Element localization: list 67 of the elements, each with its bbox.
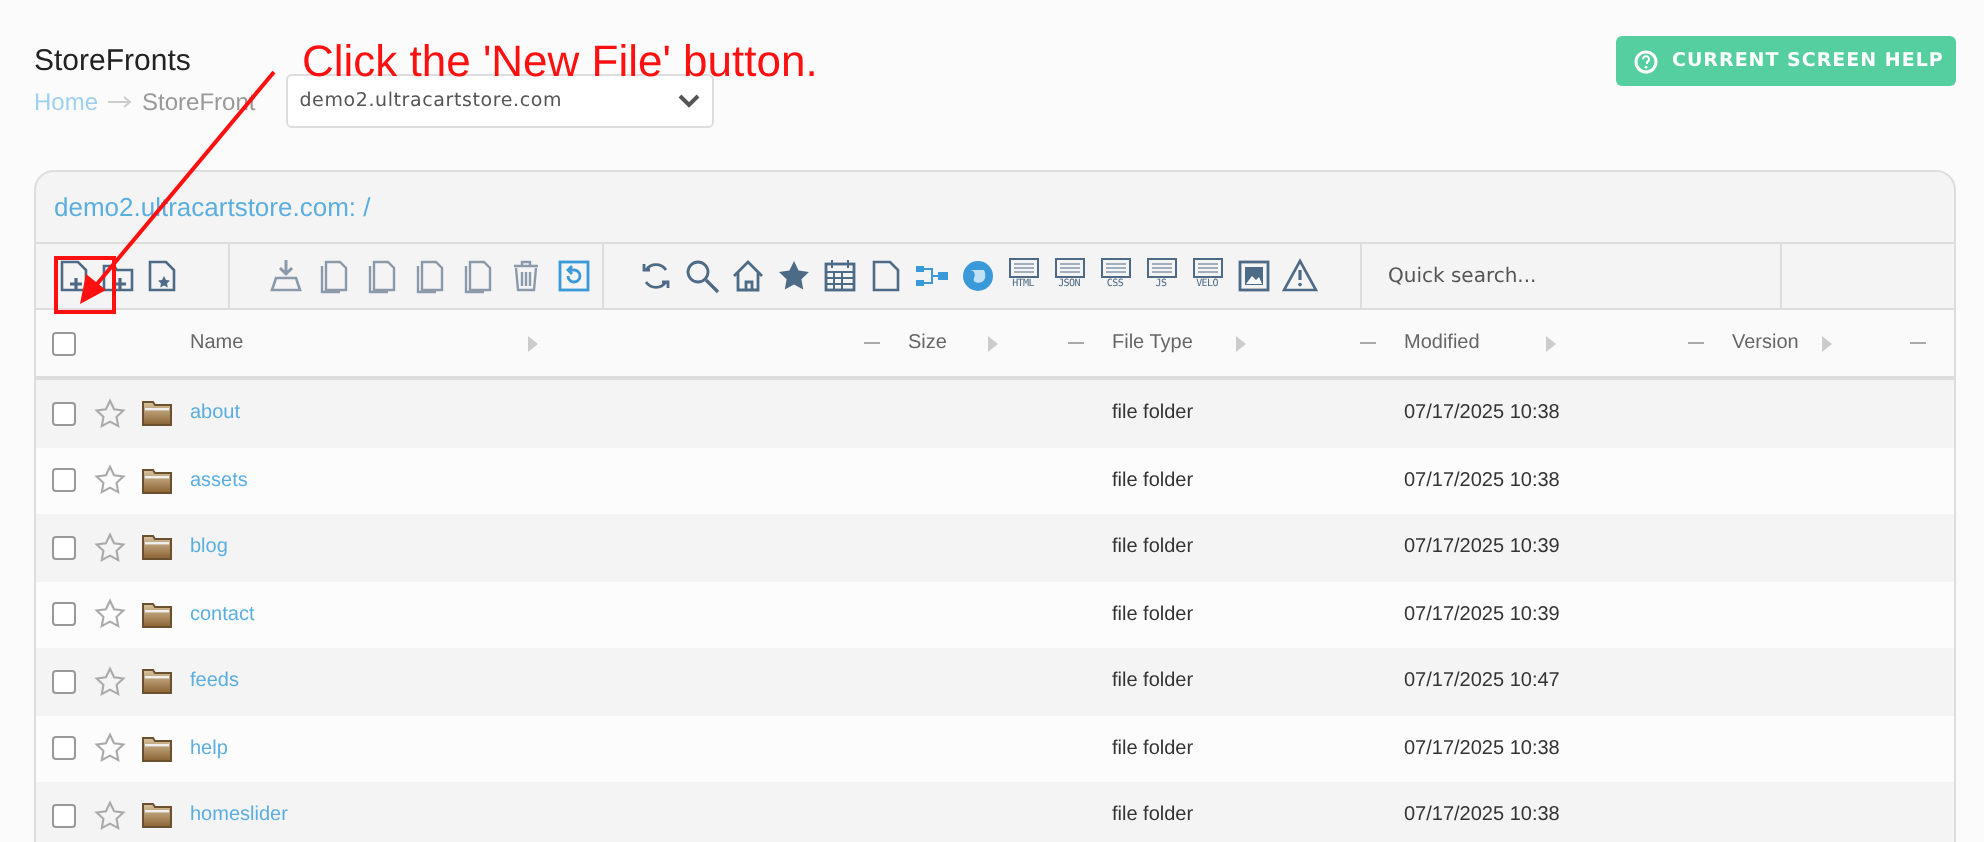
file-type-cell-text: file folder (1112, 670, 1196, 693)
sort-caret-icon[interactable] (1546, 335, 1556, 351)
page-title: StoreFronts (34, 44, 191, 78)
modified-cell-text: 07/17/2025 10:38 (1404, 469, 1562, 492)
chevron-down-icon (677, 94, 700, 108)
folder-icon (142, 668, 172, 695)
row-checkbox[interactable] (52, 669, 76, 694)
row-checkbox[interactable] (52, 535, 76, 560)
row-checkbox[interactable] (52, 602, 76, 627)
file-type-cell-text: file folder (1112, 737, 1196, 760)
sort-caret-icon[interactable] (527, 335, 537, 351)
home-icon[interactable] (728, 258, 766, 294)
modified-cell-text: 07/17/2025 10:38 (1404, 804, 1562, 827)
help-icon (1634, 49, 1658, 73)
favorite-star-icon[interactable] (94, 464, 126, 497)
column-resize-handle[interactable] (1688, 342, 1704, 344)
star-icon[interactable] (774, 258, 812, 294)
tray-download-icon[interactable] (266, 258, 304, 294)
modified-cell-text: 07/17/2025 10:38 (1404, 402, 1562, 425)
folder-icon (142, 534, 172, 561)
file-type-cell-text: file folder (1112, 804, 1196, 827)
favorite-star-icon[interactable] (94, 665, 126, 698)
modified-cell-text: 07/17/2025 10:39 (1404, 536, 1562, 559)
search-icon[interactable] (682, 258, 720, 294)
bin-refresh-icon[interactable] (554, 258, 592, 294)
row-checkbox[interactable] (52, 736, 76, 761)
sort-caret-icon[interactable] (988, 335, 998, 351)
warning-icon[interactable] (1280, 258, 1318, 294)
select-all-checkbox[interactable] (52, 331, 76, 355)
column-header[interactable]: Version (1732, 332, 1799, 354)
file-type-cell-text: file folder (1112, 402, 1196, 425)
column-resize-handle[interactable] (1360, 342, 1376, 344)
calendar-icon[interactable] (820, 258, 858, 294)
row-checkbox[interactable] (52, 401, 76, 426)
modified-cell-text: 07/17/2025 10:47 (1404, 670, 1562, 693)
file-type-cell-text: file folder (1112, 469, 1196, 492)
sort-caret-icon[interactable] (1821, 335, 1831, 351)
file-type-cell-text: file folder (1112, 536, 1196, 559)
file-type-cell-text: file folder (1112, 603, 1196, 626)
folder-icon (142, 802, 172, 829)
modified-cell-text: 07/17/2025 10:39 (1404, 603, 1562, 626)
folder-icon (142, 467, 172, 494)
favorite-star-icon[interactable] (94, 799, 126, 832)
column-header[interactable]: Modified (1404, 332, 1480, 354)
globe-icon[interactable] (958, 258, 996, 294)
row-checkbox[interactable] (52, 803, 76, 828)
column-resize-handle[interactable] (864, 342, 880, 344)
store-select[interactable]: demo2.ultracartstore.com (285, 74, 714, 128)
favorite-star-icon[interactable] (94, 397, 126, 430)
sort-caret-icon[interactable] (1236, 335, 1246, 351)
favorite-star-icon[interactable] (94, 531, 126, 564)
column-resize-handle[interactable] (1068, 342, 1084, 344)
breadcrumb-arrow-icon (108, 95, 133, 107)
favorite-star-icon[interactable] (94, 598, 126, 631)
image-icon[interactable] (1234, 258, 1272, 294)
favorite-star-icon[interactable] (94, 732, 126, 765)
folder-icon (142, 735, 172, 762)
column-header[interactable]: Size (908, 332, 947, 354)
folder-icon (142, 400, 172, 427)
row-checkbox[interactable] (52, 468, 76, 493)
modified-cell-text: 07/17/2025 10:38 (1404, 737, 1562, 760)
column-header[interactable]: Name (190, 332, 244, 354)
folder-icon (142, 601, 172, 628)
highlight-box (54, 256, 116, 314)
column-header[interactable]: File Type (1112, 332, 1193, 354)
quick-search-field[interactable]: Quick search... (1362, 244, 1782, 308)
column-resize-handle[interactable] (1910, 342, 1926, 344)
